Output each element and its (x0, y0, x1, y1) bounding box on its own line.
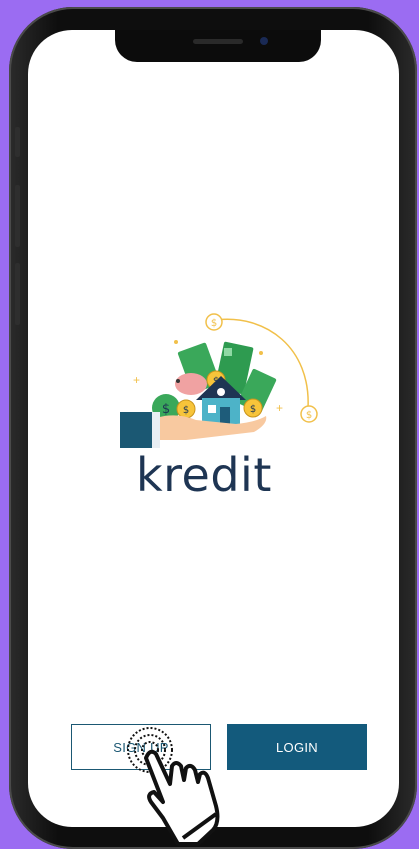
phone-side-button (15, 127, 20, 157)
svg-text:$: $ (211, 318, 217, 329)
phone-side-button (15, 185, 20, 247)
money-house-in-hand-logo: $ $ + + $ $ $ $ (120, 313, 318, 448)
login-button[interactable]: LOGIN (227, 724, 367, 770)
svg-text:$: $ (183, 405, 189, 416)
brand-name: kredit (136, 448, 272, 502)
svg-text:$: $ (250, 404, 256, 415)
speaker-grille (193, 39, 243, 44)
svg-text:$: $ (162, 402, 170, 417)
svg-text:$: $ (306, 410, 312, 421)
svg-text:+: + (276, 401, 283, 415)
phone-notch (115, 30, 321, 62)
tap-hand-icon (127, 727, 220, 846)
camera-icon (260, 37, 268, 45)
phone-side-button (15, 263, 20, 325)
svg-text:+: + (133, 373, 140, 387)
